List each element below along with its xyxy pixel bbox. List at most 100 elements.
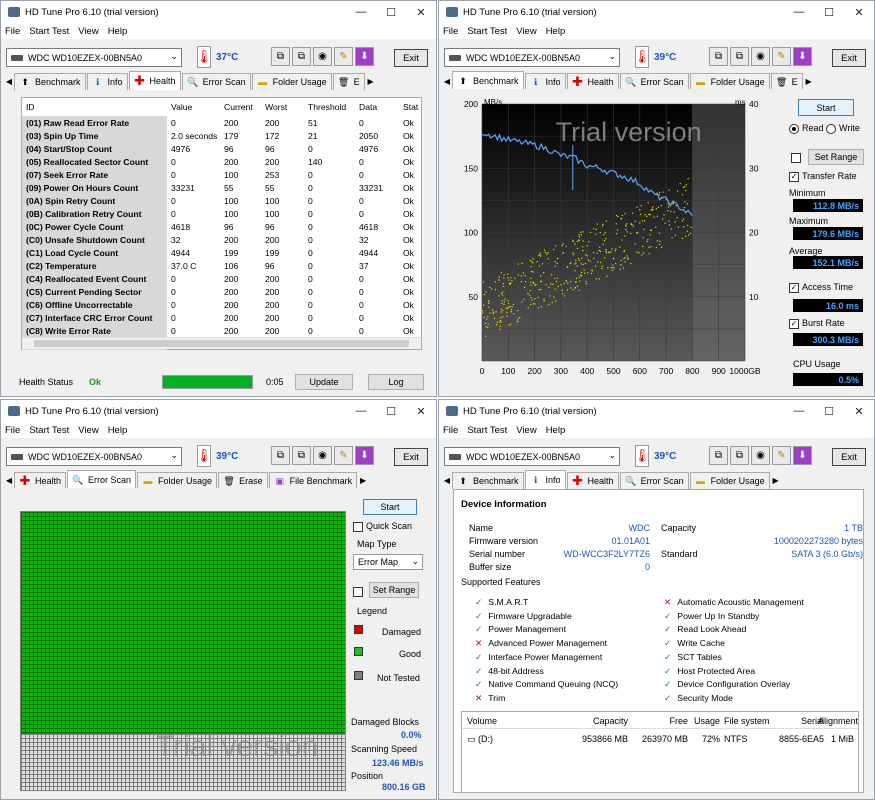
table-row[interactable]: (C7) Interface CRC Error Count 0 200 200 0 0 O… bbox=[22, 311, 421, 324]
copy-screen-icon[interactable]: ⧉ bbox=[292, 47, 311, 66]
table-row[interactable]: (C4) Reallocated Event Count 0 200 200 0 0 Ok bbox=[22, 272, 421, 285]
transfer-rate-check[interactable]: ✓ bbox=[789, 171, 799, 182]
table-row[interactable]: (07) Seek Error Rate 0 100 253 0 0 Ok bbox=[22, 168, 421, 181]
copy-screen-icon[interactable]: ⧉ bbox=[730, 47, 749, 66]
range-checkbox[interactable] bbox=[791, 152, 804, 163]
col-value[interactable]: Value bbox=[167, 98, 220, 116]
copy-info-icon[interactable]: ⧉ bbox=[271, 47, 290, 66]
menu-view[interactable]: View bbox=[78, 425, 98, 436]
access-time-check[interactable]: ✓ bbox=[789, 282, 799, 293]
tab-erase[interactable]: 🗑 E bbox=[332, 73, 365, 90]
range-checkbox[interactable] bbox=[353, 586, 366, 597]
table-row[interactable]: (C1) Load Cycle Count 4944 199 199 0 4944 Ok bbox=[22, 246, 421, 259]
tab-health[interactable]: ✚ Health bbox=[128, 71, 181, 90]
transfer-rate-checkbox[interactable]: ✓ Transfer Rate bbox=[789, 171, 857, 182]
col-data[interactable]: Data bbox=[355, 98, 399, 116]
col-worst[interactable]: Worst bbox=[261, 98, 304, 116]
menu-file[interactable]: File bbox=[5, 26, 20, 37]
update-button[interactable]: Update bbox=[295, 374, 353, 390]
horizontal-scrollbar[interactable] bbox=[22, 337, 421, 349]
minimize-icon[interactable]: — bbox=[784, 6, 814, 18]
options-icon[interactable]: ✎ bbox=[334, 446, 353, 465]
menu-start-test[interactable]: Start Test bbox=[467, 425, 507, 436]
save-icon[interactable]: ⬇ bbox=[793, 47, 812, 66]
quick-scan-checkbox[interactable]: Quick Scan bbox=[353, 521, 412, 532]
tab-error-scan[interactable]: 🔍 Error Scan bbox=[181, 73, 251, 90]
options-icon[interactable]: ✎ bbox=[772, 446, 791, 465]
quick-scan-check[interactable] bbox=[353, 521, 363, 532]
close-icon[interactable]: ✕ bbox=[406, 6, 436, 19]
tab-health[interactable]: ✚ Health bbox=[566, 472, 619, 489]
col-id[interactable]: ID bbox=[22, 98, 167, 116]
close-icon[interactable]: ✕ bbox=[844, 405, 874, 418]
tab-folder-usage[interactable]: ▬ Folder Usage bbox=[689, 73, 770, 90]
title-bar[interactable]: HD Tune Pro 6.10 (trial version) — ☐ ✕ bbox=[439, 400, 874, 422]
table-row[interactable]: (C0) Unsafe Shutdown Count 32 200 200 0 32 Ok bbox=[22, 233, 421, 246]
tab-error-scan[interactable]: 🔍 Error Scan bbox=[619, 73, 689, 90]
burst-rate-checkbox[interactable]: ✓ Burst Rate bbox=[789, 318, 845, 329]
camera-icon[interactable]: ◉ bbox=[313, 446, 332, 465]
menu-start-test[interactable]: Start Test bbox=[467, 26, 507, 37]
tab-scroll-left-icon[interactable]: ◀ bbox=[442, 472, 452, 489]
close-icon[interactable]: ✕ bbox=[844, 6, 874, 19]
save-icon[interactable]: ⬇ bbox=[355, 446, 374, 465]
tab-benchmark[interactable]: ⬆ Benchmark bbox=[452, 472, 524, 489]
camera-icon[interactable]: ◉ bbox=[313, 47, 332, 66]
drive-select[interactable]: WDC WD10EZEX-00BN5A0 ⌄ bbox=[444, 447, 620, 466]
range-check[interactable] bbox=[353, 586, 363, 597]
table-row[interactable]: (01) Raw Read Error Rate 0 200 200 51 0 Ok bbox=[22, 116, 421, 129]
menu-file[interactable]: File bbox=[443, 425, 458, 436]
tab-health[interactable]: ✚ Health bbox=[566, 73, 619, 90]
read-radio[interactable]: Read bbox=[789, 123, 824, 134]
set-range-button[interactable]: Set Range bbox=[369, 582, 419, 598]
exit-button[interactable]: Exit bbox=[832, 448, 866, 466]
write-radio-dot[interactable] bbox=[826, 123, 836, 134]
map-type-select[interactable]: Error Map ⌄ bbox=[353, 554, 423, 570]
menu-view[interactable]: View bbox=[516, 425, 536, 436]
tab-info[interactable]: ℹ Info bbox=[524, 470, 566, 489]
drive-select[interactable]: WDC WD10EZEX-00BN5A0 ⌄ bbox=[6, 447, 182, 466]
table-row[interactable]: (C6) Offline Uncorrectable 0 200 200 0 0 Ok bbox=[22, 298, 421, 311]
access-time-checkbox[interactable]: ✓ Access Time bbox=[789, 282, 853, 293]
col-current[interactable]: Current bbox=[220, 98, 261, 116]
copy-screen-icon[interactable]: ⧉ bbox=[292, 446, 311, 465]
camera-icon[interactable]: ◉ bbox=[751, 446, 770, 465]
tab-scroll-left-icon[interactable]: ◀ bbox=[4, 472, 14, 489]
title-bar[interactable]: HD Tune Pro 6.10 (trial version) — ☐ ✕ bbox=[439, 1, 874, 23]
exit-button[interactable]: Exit bbox=[394, 448, 428, 466]
burst-rate-check[interactable]: ✓ bbox=[789, 318, 799, 329]
menu-file[interactable]: File bbox=[5, 425, 20, 436]
menu-help[interactable]: Help bbox=[108, 26, 128, 37]
table-row[interactable]: (03) Spin Up Time 2.0 seconds 179 172 21 2050… bbox=[22, 129, 421, 142]
maximize-icon[interactable]: ☐ bbox=[376, 405, 406, 418]
options-icon[interactable]: ✎ bbox=[334, 47, 353, 66]
title-bar[interactable]: HD Tune Pro 6.10 (trial version) — ☐ ✕ bbox=[1, 400, 436, 422]
tab-folder-usage[interactable]: ▬ Folder Usage bbox=[689, 472, 770, 489]
menu-view[interactable]: View bbox=[516, 26, 536, 37]
tab-benchmark[interactable]: ⬆ Benchmark bbox=[14, 73, 86, 90]
tab-scroll-left-icon[interactable]: ◀ bbox=[4, 73, 14, 90]
maximize-icon[interactable]: ☐ bbox=[814, 405, 844, 418]
exit-button[interactable]: Exit bbox=[832, 49, 866, 67]
tab-scroll-right-icon[interactable]: ▶ bbox=[804, 73, 814, 90]
write-radio[interactable]: Write bbox=[826, 123, 860, 134]
tab-info[interactable]: ℹ Info bbox=[524, 73, 566, 90]
scan-start-button[interactable]: Start bbox=[363, 499, 417, 515]
col-status[interactable]: Stat bbox=[399, 98, 421, 116]
menu-help[interactable]: Help bbox=[546, 26, 566, 37]
set-range-button[interactable]: Set Range bbox=[808, 149, 864, 165]
menu-file[interactable]: File bbox=[443, 26, 458, 37]
copy-info-icon[interactable]: ⧉ bbox=[709, 47, 728, 66]
menu-start-test[interactable]: Start Test bbox=[29, 425, 69, 436]
tab-file-benchmark[interactable]: ▣ File Benchmark bbox=[268, 472, 358, 489]
table-row[interactable]: (04) Start/Stop Count 4976 96 96 0 4976 Ok bbox=[22, 142, 421, 155]
minimize-icon[interactable]: — bbox=[784, 405, 814, 417]
menu-start-test[interactable]: Start Test bbox=[29, 26, 69, 37]
tab-error-scan[interactable]: 🔍 Error Scan bbox=[67, 470, 137, 489]
camera-icon[interactable]: ◉ bbox=[751, 47, 770, 66]
tab-folder-usage[interactable]: ▬ Folder Usage bbox=[251, 73, 332, 90]
drive-select[interactable]: WDC WD10EZEX-00BN5A0 ⌄ bbox=[6, 48, 182, 67]
tab-benchmark[interactable]: ⬆ Benchmark bbox=[452, 71, 524, 90]
save-icon[interactable]: ⬇ bbox=[355, 47, 374, 66]
close-icon[interactable]: ✕ bbox=[406, 405, 436, 418]
